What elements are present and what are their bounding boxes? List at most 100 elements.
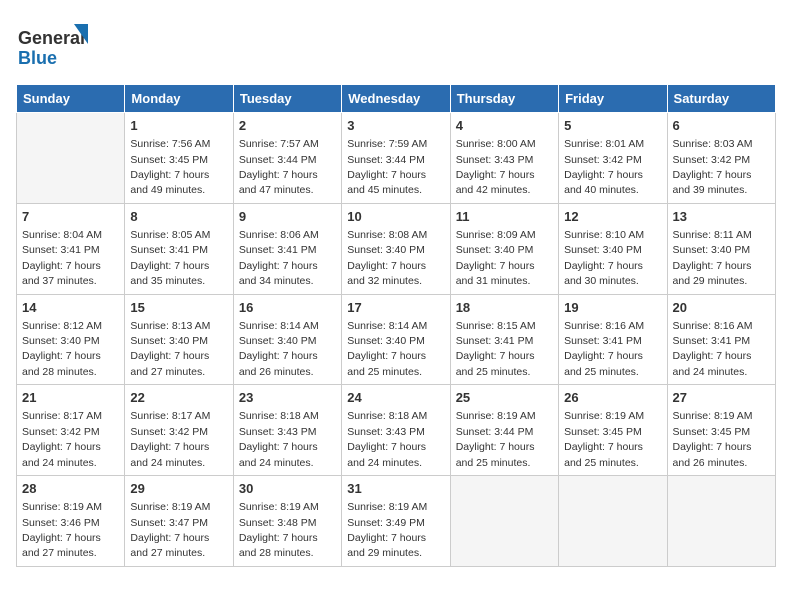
day-info: Sunrise: 8:01 AMSunset: 3:42 PMDaylight:…: [564, 138, 644, 196]
day-info: Sunrise: 8:17 AMSunset: 3:42 PMDaylight:…: [130, 410, 210, 468]
day-info: Sunrise: 7:59 AMSunset: 3:44 PMDaylight:…: [347, 138, 427, 196]
header-day-saturday: Saturday: [667, 85, 775, 113]
calendar-cell: 12 Sunrise: 8:10 AMSunset: 3:40 PMDaylig…: [559, 203, 667, 294]
header-row: SundayMondayTuesdayWednesdayThursdayFrid…: [17, 85, 776, 113]
day-number: 25: [456, 389, 553, 407]
day-info: Sunrise: 8:19 AMSunset: 3:48 PMDaylight:…: [239, 501, 319, 559]
day-info: Sunrise: 8:16 AMSunset: 3:41 PMDaylight:…: [673, 320, 753, 378]
svg-text:Blue: Blue: [18, 48, 57, 68]
week-row-3: 14 Sunrise: 8:12 AMSunset: 3:40 PMDaylig…: [17, 294, 776, 385]
calendar-cell: 21 Sunrise: 8:17 AMSunset: 3:42 PMDaylig…: [17, 385, 125, 476]
day-number: 13: [673, 208, 770, 226]
calendar-cell: [559, 476, 667, 567]
calendar-cell: 10 Sunrise: 8:08 AMSunset: 3:40 PMDaylig…: [342, 203, 450, 294]
day-number: 18: [456, 299, 553, 317]
day-number: 23: [239, 389, 336, 407]
day-info: Sunrise: 8:14 AMSunset: 3:40 PMDaylight:…: [347, 320, 427, 378]
day-info: Sunrise: 8:13 AMSunset: 3:40 PMDaylight:…: [130, 320, 210, 378]
header-day-monday: Monday: [125, 85, 233, 113]
day-info: Sunrise: 8:16 AMSunset: 3:41 PMDaylight:…: [564, 320, 644, 378]
calendar-cell: [450, 476, 558, 567]
day-number: 3: [347, 117, 444, 135]
day-number: 31: [347, 480, 444, 498]
day-number: 28: [22, 480, 119, 498]
day-number: 29: [130, 480, 227, 498]
header-day-friday: Friday: [559, 85, 667, 113]
day-number: 12: [564, 208, 661, 226]
calendar-cell: 30 Sunrise: 8:19 AMSunset: 3:48 PMDaylig…: [233, 476, 341, 567]
calendar-cell: 18 Sunrise: 8:15 AMSunset: 3:41 PMDaylig…: [450, 294, 558, 385]
day-info: Sunrise: 8:19 AMSunset: 3:49 PMDaylight:…: [347, 501, 427, 559]
day-info: Sunrise: 8:19 AMSunset: 3:46 PMDaylight:…: [22, 501, 102, 559]
page-header: General Blue: [16, 16, 776, 76]
day-number: 26: [564, 389, 661, 407]
day-info: Sunrise: 8:09 AMSunset: 3:40 PMDaylight:…: [456, 229, 536, 287]
day-number: 9: [239, 208, 336, 226]
calendar-cell: 13 Sunrise: 8:11 AMSunset: 3:40 PMDaylig…: [667, 203, 775, 294]
day-info: Sunrise: 8:19 AMSunset: 3:44 PMDaylight:…: [456, 410, 536, 468]
calendar-cell: 1 Sunrise: 7:56 AMSunset: 3:45 PMDayligh…: [125, 113, 233, 204]
calendar-cell: 17 Sunrise: 8:14 AMSunset: 3:40 PMDaylig…: [342, 294, 450, 385]
day-number: 1: [130, 117, 227, 135]
calendar-cell: 9 Sunrise: 8:06 AMSunset: 3:41 PMDayligh…: [233, 203, 341, 294]
day-number: 15: [130, 299, 227, 317]
day-info: Sunrise: 8:18 AMSunset: 3:43 PMDaylight:…: [239, 410, 319, 468]
calendar-cell: 26 Sunrise: 8:19 AMSunset: 3:45 PMDaylig…: [559, 385, 667, 476]
logo: General Blue: [16, 16, 96, 76]
calendar-cell: 11 Sunrise: 8:09 AMSunset: 3:40 PMDaylig…: [450, 203, 558, 294]
day-info: Sunrise: 8:18 AMSunset: 3:43 PMDaylight:…: [347, 410, 427, 468]
calendar-cell: 6 Sunrise: 8:03 AMSunset: 3:42 PMDayligh…: [667, 113, 775, 204]
calendar-cell: 16 Sunrise: 8:14 AMSunset: 3:40 PMDaylig…: [233, 294, 341, 385]
calendar-cell: 23 Sunrise: 8:18 AMSunset: 3:43 PMDaylig…: [233, 385, 341, 476]
week-row-2: 7 Sunrise: 8:04 AMSunset: 3:41 PMDayligh…: [17, 203, 776, 294]
header-day-wednesday: Wednesday: [342, 85, 450, 113]
day-info: Sunrise: 8:15 AMSunset: 3:41 PMDaylight:…: [456, 320, 536, 378]
day-number: 5: [564, 117, 661, 135]
calendar-cell: 20 Sunrise: 8:16 AMSunset: 3:41 PMDaylig…: [667, 294, 775, 385]
svg-text:General: General: [18, 28, 85, 48]
day-info: Sunrise: 8:19 AMSunset: 3:45 PMDaylight:…: [564, 410, 644, 468]
day-info: Sunrise: 8:04 AMSunset: 3:41 PMDaylight:…: [22, 229, 102, 287]
day-number: 19: [564, 299, 661, 317]
day-number: 24: [347, 389, 444, 407]
day-info: Sunrise: 7:57 AMSunset: 3:44 PMDaylight:…: [239, 138, 319, 196]
calendar-cell: [667, 476, 775, 567]
day-number: 10: [347, 208, 444, 226]
logo-icon: General Blue: [16, 16, 96, 71]
calendar-cell: 4 Sunrise: 8:00 AMSunset: 3:43 PMDayligh…: [450, 113, 558, 204]
calendar-cell: 22 Sunrise: 8:17 AMSunset: 3:42 PMDaylig…: [125, 385, 233, 476]
week-row-4: 21 Sunrise: 8:17 AMSunset: 3:42 PMDaylig…: [17, 385, 776, 476]
day-number: 4: [456, 117, 553, 135]
calendar-cell: 7 Sunrise: 8:04 AMSunset: 3:41 PMDayligh…: [17, 203, 125, 294]
day-info: Sunrise: 8:17 AMSunset: 3:42 PMDaylight:…: [22, 410, 102, 468]
calendar-cell: 2 Sunrise: 7:57 AMSunset: 3:44 PMDayligh…: [233, 113, 341, 204]
day-info: Sunrise: 8:11 AMSunset: 3:40 PMDaylight:…: [673, 229, 752, 287]
calendar-cell: 28 Sunrise: 8:19 AMSunset: 3:46 PMDaylig…: [17, 476, 125, 567]
calendar-table: SundayMondayTuesdayWednesdayThursdayFrid…: [16, 84, 776, 567]
calendar-cell: 19 Sunrise: 8:16 AMSunset: 3:41 PMDaylig…: [559, 294, 667, 385]
day-number: 14: [22, 299, 119, 317]
day-number: 27: [673, 389, 770, 407]
week-row-1: 1 Sunrise: 7:56 AMSunset: 3:45 PMDayligh…: [17, 113, 776, 204]
day-info: Sunrise: 7:56 AMSunset: 3:45 PMDaylight:…: [130, 138, 210, 196]
logo-content: General Blue: [16, 16, 96, 76]
calendar-cell: 29 Sunrise: 8:19 AMSunset: 3:47 PMDaylig…: [125, 476, 233, 567]
day-number: 7: [22, 208, 119, 226]
calendar-cell: 14 Sunrise: 8:12 AMSunset: 3:40 PMDaylig…: [17, 294, 125, 385]
day-info: Sunrise: 8:12 AMSunset: 3:40 PMDaylight:…: [22, 320, 102, 378]
day-info: Sunrise: 8:19 AMSunset: 3:45 PMDaylight:…: [673, 410, 753, 468]
day-number: 20: [673, 299, 770, 317]
day-info: Sunrise: 8:10 AMSunset: 3:40 PMDaylight:…: [564, 229, 644, 287]
day-number: 2: [239, 117, 336, 135]
day-info: Sunrise: 8:03 AMSunset: 3:42 PMDaylight:…: [673, 138, 753, 196]
day-info: Sunrise: 8:06 AMSunset: 3:41 PMDaylight:…: [239, 229, 319, 287]
day-number: 6: [673, 117, 770, 135]
day-number: 11: [456, 208, 553, 226]
day-number: 8: [130, 208, 227, 226]
day-info: Sunrise: 8:08 AMSunset: 3:40 PMDaylight:…: [347, 229, 427, 287]
header-day-tuesday: Tuesday: [233, 85, 341, 113]
calendar-cell: [17, 113, 125, 204]
day-number: 30: [239, 480, 336, 498]
calendar-cell: 24 Sunrise: 8:18 AMSunset: 3:43 PMDaylig…: [342, 385, 450, 476]
calendar-cell: 25 Sunrise: 8:19 AMSunset: 3:44 PMDaylig…: [450, 385, 558, 476]
